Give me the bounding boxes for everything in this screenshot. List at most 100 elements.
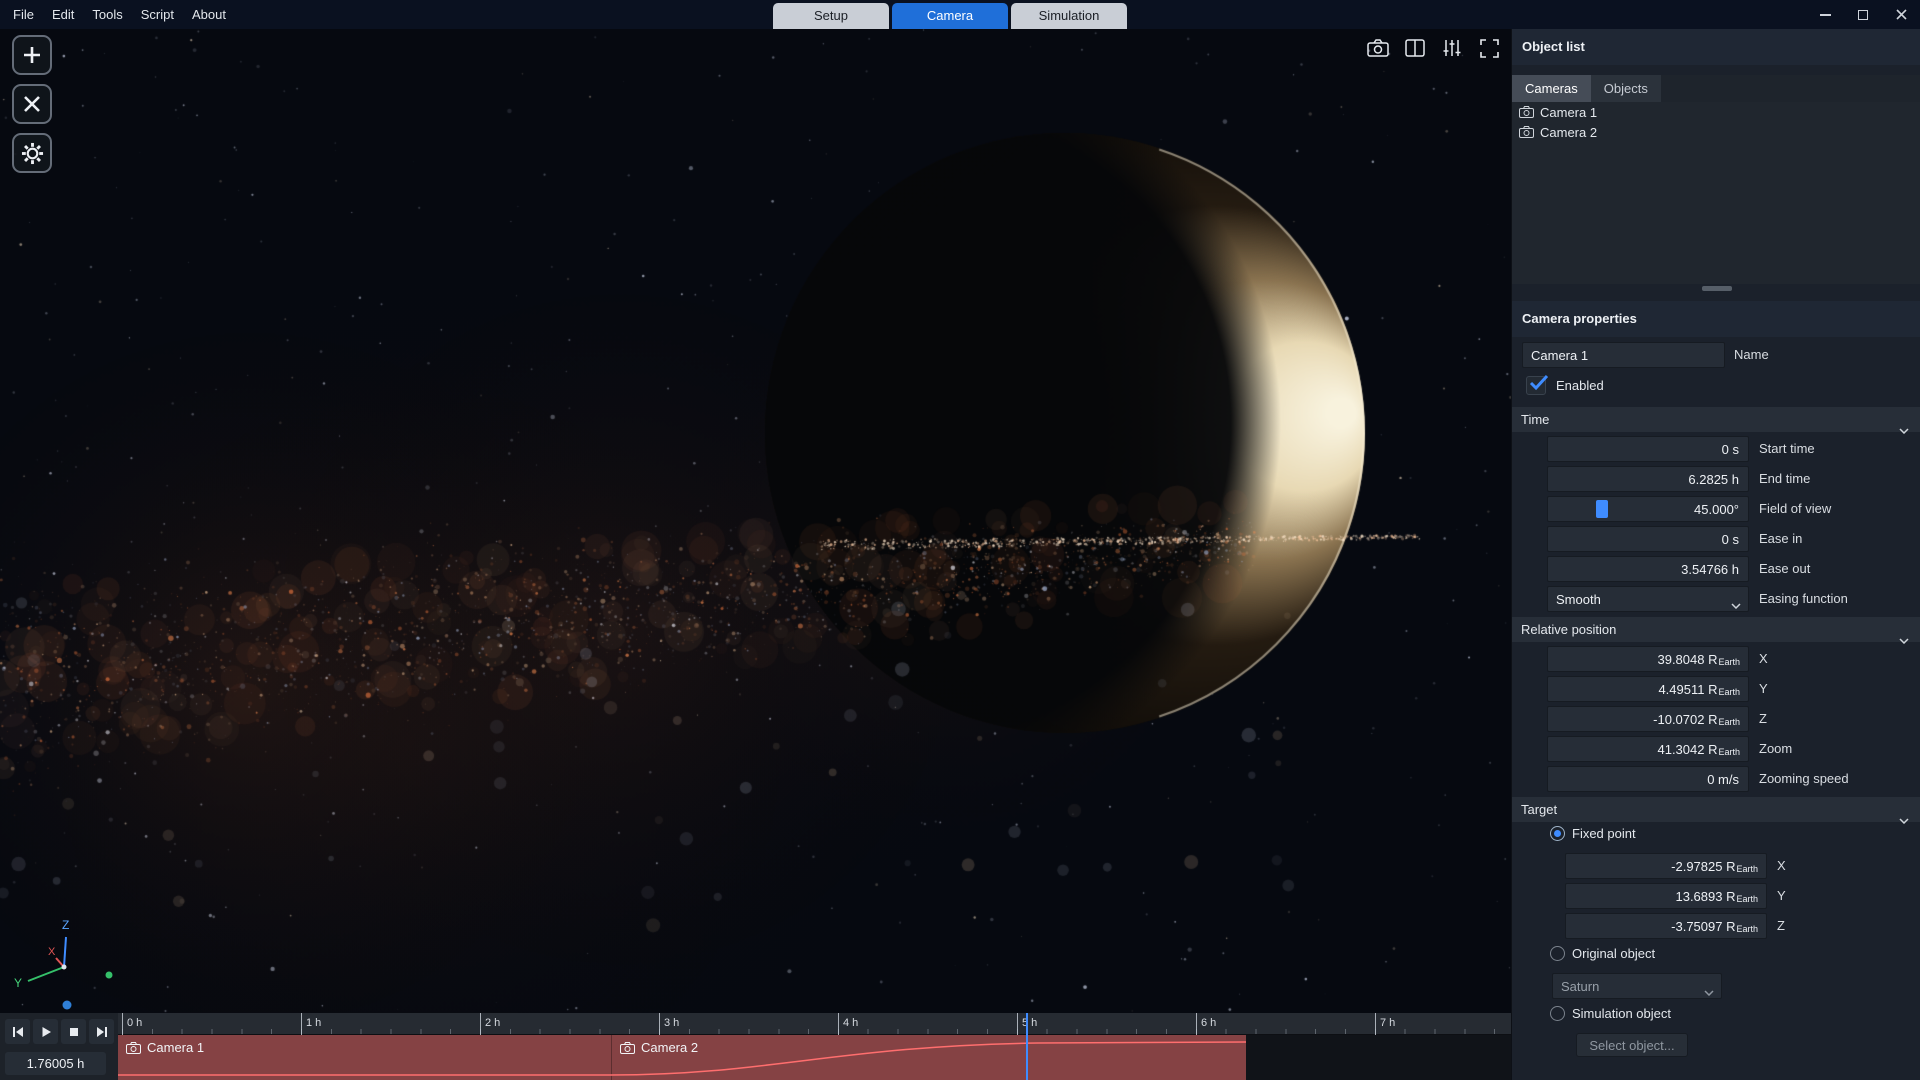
camera-name-input[interactable]: Camera 1: [1522, 342, 1725, 368]
adjustments-button[interactable]: [1440, 36, 1464, 60]
skip-to-start-button[interactable]: [5, 1019, 30, 1044]
chevron-down-icon: [1899, 638, 1909, 644]
ruler-tick: 2 h: [480, 1013, 500, 1035]
close-button[interactable]: [1890, 4, 1912, 26]
stop-button[interactable]: [61, 1019, 86, 1044]
simulation-object-radio[interactable]: [1550, 1006, 1565, 1021]
timeline-track: Camera 1 Camera 2: [118, 1035, 1511, 1080]
list-item-label: Camera 1: [1540, 105, 1597, 120]
original-object-label: Original object: [1572, 945, 1655, 963]
minimize-icon: [1820, 14, 1831, 16]
target-y-label: Y: [1777, 883, 1786, 909]
fixed-point-radio[interactable]: [1550, 826, 1565, 841]
tab-simulation[interactable]: Simulation: [1011, 3, 1127, 29]
menu-tools[interactable]: Tools: [83, 0, 131, 29]
plus-icon: [22, 45, 42, 65]
chevron-down-icon: [1899, 428, 1909, 434]
ease-in-input[interactable]: 0 s: [1547, 526, 1749, 552]
ease-in-label: Ease in: [1759, 526, 1802, 552]
list-item-camera-1[interactable]: Camera 1: [1512, 102, 1920, 122]
ruler-tick: 4 h: [838, 1013, 858, 1035]
target-z-label: Z: [1777, 913, 1785, 939]
viewport-side-toolbar: [12, 35, 52, 173]
position-z-input[interactable]: -10.0702 REarth: [1547, 706, 1749, 732]
tab-setup[interactable]: Setup: [773, 3, 889, 29]
axis-y-label: Y: [14, 976, 22, 990]
delete-button[interactable]: [12, 84, 52, 124]
playhead[interactable]: [1026, 1013, 1028, 1080]
object-list: Camera 1 Camera 2: [1512, 102, 1920, 284]
ruler-tick: 7 h: [1375, 1013, 1395, 1035]
section-time[interactable]: Time: [1512, 407, 1920, 432]
application-window: File Edit Tools Script About Setup Camer…: [0, 0, 1920, 1080]
simulation-object-label: Simulation object: [1572, 1005, 1671, 1023]
menu-file[interactable]: File: [4, 0, 43, 29]
titlebar: File Edit Tools Script About Setup Camer…: [0, 0, 1920, 29]
object-list-scrollbar[interactable]: [1702, 286, 1732, 291]
current-time-display[interactable]: 1.76005 h: [5, 1052, 106, 1075]
timeline-ruler[interactable]: 0 h 1 h 2 h 3 h 4 h 5 h 6 h 7 h: [118, 1013, 1511, 1035]
checkmark-icon: [1529, 374, 1549, 391]
viewport: Z Y X: [0, 29, 1511, 1013]
fullscreen-icon: [1480, 39, 1499, 58]
axis-x-label: X: [48, 946, 56, 958]
tab-objects[interactable]: Objects: [1591, 75, 1661, 102]
original-object-radio[interactable]: [1550, 946, 1565, 961]
menu-edit[interactable]: Edit: [43, 0, 83, 29]
list-item-label: Camera 2: [1540, 125, 1597, 140]
play-button[interactable]: [33, 1019, 58, 1044]
end-time-input[interactable]: 6.2825 h: [1547, 466, 1749, 492]
maximize-button[interactable]: [1852, 4, 1874, 26]
add-button[interactable]: [12, 35, 52, 75]
skip-to-end-button[interactable]: [89, 1019, 114, 1044]
chevron-down-icon: [1731, 603, 1741, 609]
tab-cameras[interactable]: Cameras: [1512, 75, 1591, 102]
viewport-canvas[interactable]: [0, 29, 1511, 1013]
zooming-speed-input[interactable]: 0 m/s: [1547, 766, 1749, 792]
easing-function-label: Easing function: [1759, 586, 1848, 612]
fov-slider-handle[interactable]: [1596, 500, 1608, 518]
position-z-label: Z: [1759, 706, 1767, 732]
easing-curve: [118, 1035, 1511, 1080]
ease-out-input[interactable]: 3.54766 h: [1547, 556, 1749, 582]
start-time-label: Start time: [1759, 436, 1815, 462]
screenshot-button[interactable]: [1366, 36, 1390, 60]
position-x-input[interactable]: 39.8048 REarth: [1547, 646, 1749, 672]
target-x-label: X: [1777, 853, 1786, 879]
field-of-view-input[interactable]: 45.000°: [1547, 496, 1749, 522]
section-relative-position[interactable]: Relative position: [1512, 617, 1920, 642]
camera-icon: [1519, 106, 1534, 118]
easing-function-dropdown[interactable]: Smooth: [1547, 586, 1749, 612]
field-of-view-label: Field of view: [1759, 496, 1831, 522]
list-item-camera-2[interactable]: Camera 2: [1512, 122, 1920, 142]
position-y-input[interactable]: 4.49511 REarth: [1547, 676, 1749, 702]
original-object-dropdown[interactable]: Saturn: [1552, 973, 1722, 999]
section-time-title: Time: [1521, 412, 1549, 427]
ruler-tick: 3 h: [659, 1013, 679, 1035]
timeline-controls: 1.76005 h: [0, 1013, 118, 1080]
target-y-input[interactable]: 13.6893 REarth: [1565, 883, 1767, 909]
name-label: Name: [1734, 342, 1769, 368]
timeline: 1.76005 h 0 h 1 h 2 h 3 h 4 h 5 h 6 h 7 …: [0, 1013, 1511, 1080]
start-time-input[interactable]: 0 s: [1547, 436, 1749, 462]
select-object-button[interactable]: Select object...: [1576, 1033, 1688, 1057]
zoom-input[interactable]: 41.3042 REarth: [1547, 736, 1749, 762]
target-x-input[interactable]: -2.97825 REarth: [1565, 853, 1767, 879]
end-time-label: End time: [1759, 466, 1810, 492]
play-icon: [40, 1026, 52, 1038]
camera-properties-header: Camera properties: [1512, 301, 1920, 337]
enabled-checkbox[interactable]: [1526, 376, 1546, 395]
menu-script[interactable]: Script: [132, 0, 183, 29]
window-controls: [1814, 0, 1912, 29]
minimize-button[interactable]: [1814, 4, 1836, 26]
skip-to-start-icon: [12, 1026, 24, 1038]
ruler-tick: 1 h: [301, 1013, 321, 1035]
menu-about[interactable]: About: [183, 0, 235, 29]
fullscreen-button[interactable]: [1477, 36, 1501, 60]
tab-camera[interactable]: Camera: [892, 3, 1008, 29]
settings-button[interactable]: [12, 133, 52, 173]
position-y-label: Y: [1759, 676, 1768, 702]
section-target[interactable]: Target: [1512, 797, 1920, 822]
target-z-input[interactable]: -3.75097 REarth: [1565, 913, 1767, 939]
split-view-button[interactable]: [1403, 36, 1427, 60]
